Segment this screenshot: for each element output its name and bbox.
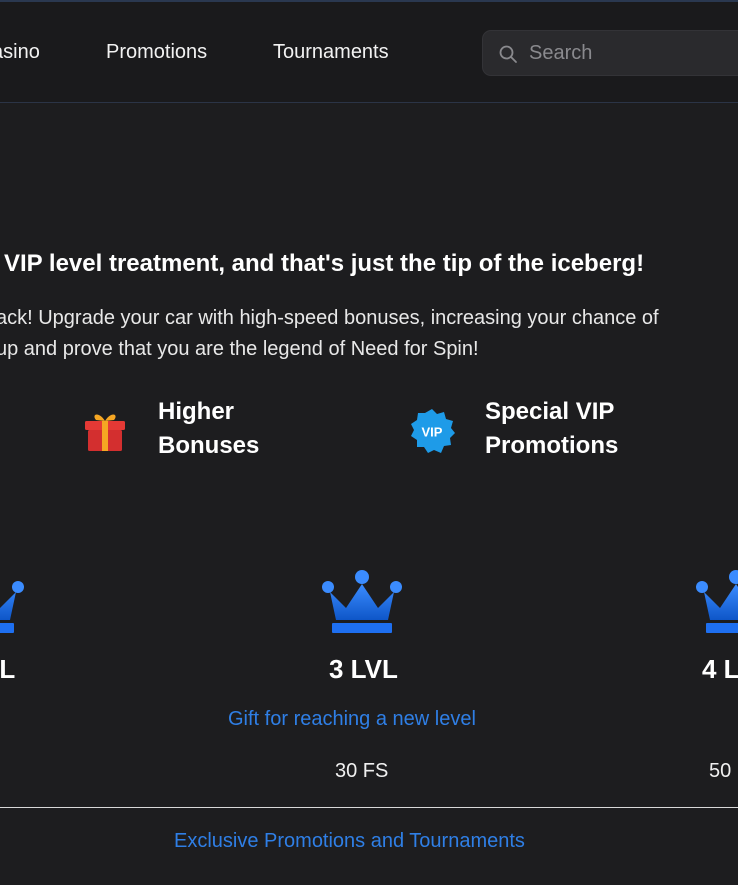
feature-title: Special VIP Promotions: [485, 398, 619, 459]
description-line: up and prove that you are the legend of …: [0, 338, 479, 360]
search-box[interactable]: [482, 30, 738, 76]
nav-link-casino[interactable]: asino: [0, 41, 40, 64]
nav-link-promotions[interactable]: Promotions: [106, 41, 207, 64]
gift-icon: [85, 414, 125, 451]
description-line: ack! Upgrade your car with high-speed bo…: [0, 307, 659, 329]
vip-badge-text: VIP: [422, 425, 443, 440]
crown-icon: [0, 581, 24, 633]
gift-row-label: Gift for reaching a new level: [228, 708, 476, 730]
top-navbar: asino Promotions Tournaments: [0, 2, 738, 103]
level-reward: 50: [709, 760, 732, 782]
nav-link-tournaments[interactable]: Tournaments: [273, 41, 389, 64]
row-divider: [0, 807, 738, 808]
level-reward: 30 FS: [335, 760, 389, 782]
page-description: ack! Upgrade your car with high-speed bo…: [0, 303, 738, 365]
search-input[interactable]: [527, 31, 738, 75]
level-label: VL: [0, 654, 16, 684]
vip-page: asino Promotions Tournaments VIP level t…: [0, 0, 738, 885]
crown-icon: [322, 570, 402, 633]
level-label: 4 L: [702, 654, 738, 684]
crown-icon: [696, 570, 738, 633]
search-icon: [499, 45, 517, 63]
vip-badge-icon: VIP: [411, 409, 455, 453]
level-label: 3 LVL: [329, 654, 398, 684]
feature-title: Higher Bonuses: [158, 398, 260, 459]
page-headline: VIP level treatment, and that's just the…: [4, 250, 645, 277]
exclusive-row-label: Exclusive Promotions and Tournaments: [174, 830, 525, 852]
